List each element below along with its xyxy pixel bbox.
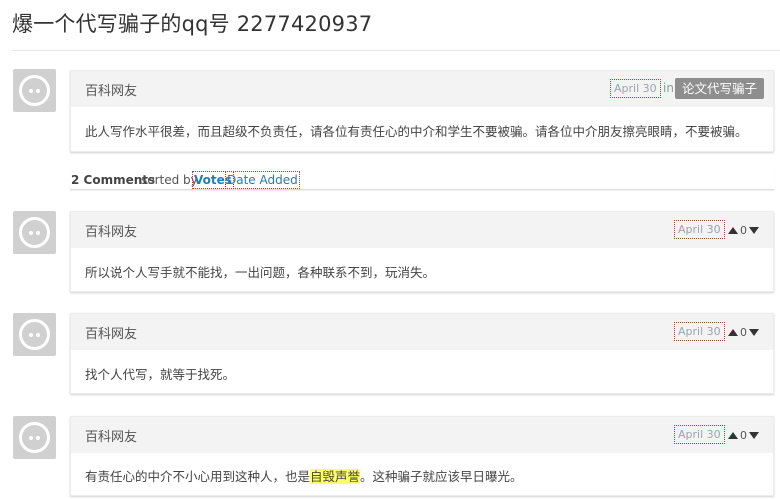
question-date[interactable]: April 30	[610, 79, 661, 98]
question-body: 此人写作水平很差，而且超级不负责任，请各位有责任心的中介和学生不要被骗。请各位中…	[85, 124, 748, 139]
vote-up-arrow-icon[interactable]	[728, 431, 738, 439]
answer-body: 所以说个人写手就不能找，一出问题，各种联系不到，玩消失。	[85, 265, 436, 280]
answer-date[interactable]: April 30	[674, 220, 725, 239]
answer-card: 百科网友 April 30 0 有责任心的中介不小心用到这种人，也是自毁声誉。这…	[70, 416, 774, 496]
default-avatar-icon	[19, 217, 50, 248]
vote-count: 0	[740, 223, 747, 237]
answer-card: 百科网友 April 30 0 所以说个人写手就不能找，一出问题，各种联系不到，…	[70, 211, 774, 292]
answer-body-text: 。这种骗子就应该早日曝光。	[360, 469, 523, 484]
answer-card: 百科网友 April 30 0 找个人代写，就等于找死。	[70, 313, 774, 394]
avatar[interactable]	[13, 416, 56, 459]
answer-date[interactable]: April 30	[674, 322, 725, 341]
answer-author[interactable]: 百科网友	[85, 221, 137, 240]
default-avatar-icon	[19, 75, 50, 106]
highlighted-phrase: 自毁声誉	[310, 469, 361, 484]
in-label: in	[663, 81, 674, 95]
answer-header: 百科网友 April 30 0	[71, 417, 773, 453]
vote-down-arrow-icon[interactable]	[749, 431, 759, 439]
answer-date[interactable]: April 30	[674, 425, 725, 444]
vote-count: 0	[740, 428, 747, 442]
default-avatar-icon	[19, 422, 50, 453]
comments-sort-bar: 2 Comments sorted by Votes Date Added	[70, 170, 774, 190]
answer-header: 百科网友 April 30 0	[71, 212, 773, 248]
answer-author[interactable]: 百科网友	[85, 323, 137, 342]
avatar[interactable]	[13, 211, 56, 254]
title-divider	[12, 50, 780, 51]
question-author[interactable]: 百科网友	[85, 80, 137, 99]
avatar[interactable]	[13, 69, 56, 112]
vote-down-arrow-icon[interactable]	[749, 226, 759, 234]
page-title: 爆一个代写骗子的qq号 2277420937	[12, 12, 373, 36]
vote-control: 0	[728, 324, 759, 340]
category-tag[interactable]: 论文代写骗子	[675, 78, 765, 99]
answer-body: 有责任心的中介不小心用到这种人，也是自毁声誉。这种骗子就应该早日曝光。	[85, 466, 523, 485]
question-card: 百科网友 April 30 in 论文代写骗子 此人写作水平很差，而且超级不负责…	[70, 70, 774, 152]
answer-body: 找个人代写，就等于找死。	[85, 367, 236, 382]
question-header: 百科网友 April 30 in 论文代写骗子	[71, 71, 773, 107]
vote-control: 0	[728, 427, 759, 443]
vote-down-arrow-icon[interactable]	[749, 328, 759, 336]
vote-up-arrow-icon[interactable]	[728, 226, 738, 234]
answer-author[interactable]: 百科网友	[85, 426, 137, 445]
vote-count: 0	[740, 325, 747, 339]
vote-control: 0	[728, 222, 759, 238]
sort-option-date-added[interactable]: Date Added	[225, 171, 300, 189]
default-avatar-icon	[19, 319, 50, 350]
answer-header: 百科网友 April 30 0	[71, 314, 773, 350]
sorted-by-label: sorted by	[141, 173, 198, 187]
answer-body-text: 有责任心的中介不小心用到这种人，也是	[85, 469, 311, 484]
avatar[interactable]	[13, 313, 56, 356]
vote-up-arrow-icon[interactable]	[728, 328, 738, 336]
